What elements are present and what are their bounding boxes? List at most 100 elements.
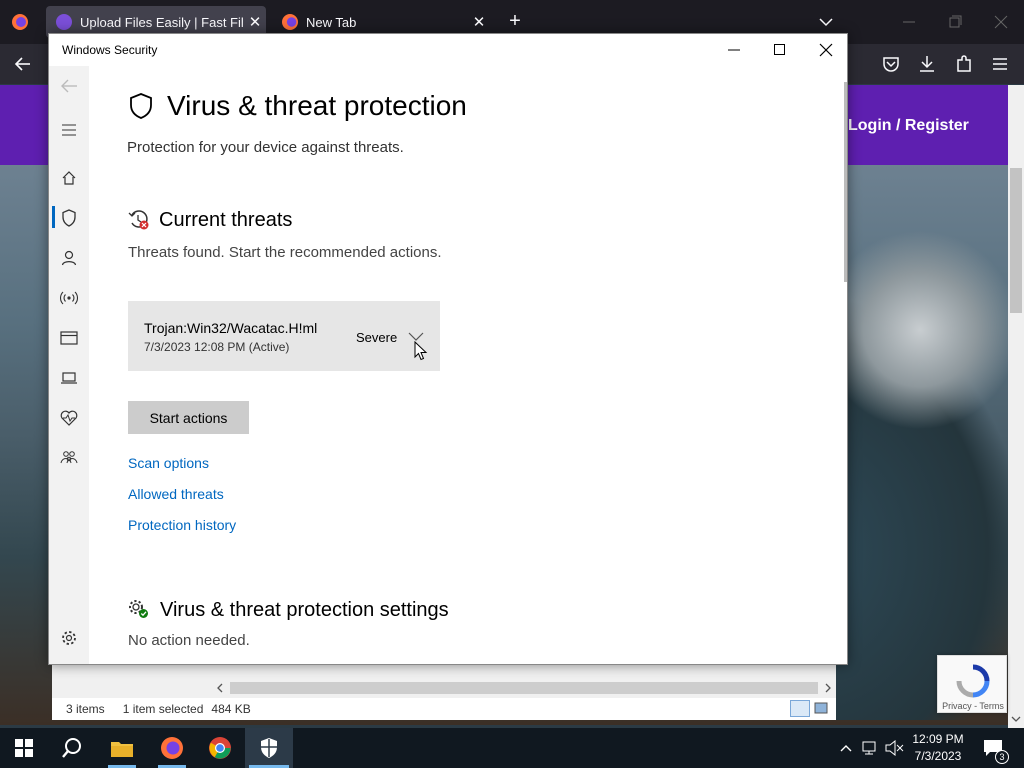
close-icon[interactable]	[990, 12, 1012, 32]
page-subtitle: Protection for your device against threa…	[127, 139, 404, 156]
windows-logo-icon	[15, 739, 33, 757]
family-icon	[60, 451, 78, 464]
laptop-icon	[61, 372, 77, 384]
current-threats-status: Threats found. Start the recommended act…	[128, 244, 442, 261]
sidebar-item-settings[interactable]	[49, 622, 89, 654]
app-browser-icon	[60, 331, 78, 345]
extensions-icon[interactable]	[953, 54, 975, 74]
threat-datetime: 7/3/2023 12:08 PM (Active)	[144, 340, 290, 354]
hamburger-icon	[62, 124, 76, 136]
site-favicon-icon	[56, 14, 72, 30]
tab-label: New Tab	[306, 14, 357, 30]
tab-list-chevron-icon[interactable]	[816, 12, 836, 32]
clock-time: 12:09 PM	[912, 732, 964, 746]
scan-options-link[interactable]: Scan options	[128, 455, 209, 471]
sidebar-item-app-browser[interactable]	[49, 322, 89, 354]
sidebar-active-indicator	[52, 206, 55, 228]
new-tab-button[interactable]: +	[504, 10, 526, 33]
scroll-down-arrow-icon[interactable]	[1010, 712, 1022, 726]
sidebar-item-home[interactable]	[49, 162, 89, 194]
chrome-taskbar-button[interactable]	[196, 728, 244, 768]
scroll-left-arrow-icon[interactable]	[214, 682, 226, 694]
minimize-icon	[728, 49, 740, 51]
back-arrow-icon	[61, 79, 77, 93]
window-minimize-button[interactable]	[711, 34, 757, 66]
volume-muted-icon[interactable]	[884, 740, 904, 756]
recaptcha-links: Privacy - Terms	[942, 701, 1004, 711]
folder-icon	[111, 742, 133, 757]
maximize-icon	[774, 44, 785, 55]
network-icon[interactable]	[861, 740, 879, 756]
threat-history-alert-icon	[128, 209, 150, 231]
shield-icon	[62, 209, 76, 227]
mouse-cursor-icon	[414, 341, 428, 361]
window-close-button[interactable]	[803, 34, 847, 66]
back-arrow-icon[interactable]	[12, 54, 34, 74]
search-icon	[62, 738, 81, 758]
restore-icon[interactable]	[944, 12, 966, 32]
tab-label: Upload Files Easily | Fast File Up	[80, 14, 244, 30]
downloads-icon[interactable]	[916, 54, 938, 74]
protection-history-link[interactable]: Protection history	[128, 517, 236, 533]
privacy-link[interactable]: Privacy	[942, 701, 972, 711]
close-icon	[819, 43, 833, 57]
scroll-right-arrow-icon[interactable]	[822, 682, 834, 694]
pocket-icon[interactable]	[880, 54, 902, 74]
selection-count: 1 item selected	[122, 702, 204, 716]
page-shield-icon	[128, 92, 154, 120]
login-register-link[interactable]: Login / Register	[848, 117, 969, 135]
tab-close-icon[interactable]: ✕	[244, 13, 266, 31]
recaptcha-badge[interactable]: Privacy - Terms	[937, 655, 1007, 713]
item-count: 3 items	[66, 702, 105, 716]
wallpaper-cloud	[820, 230, 1020, 430]
start-actions-button[interactable]: Start actions	[128, 401, 249, 434]
sidebar-item-device-security[interactable]	[49, 362, 89, 394]
sidebar-item-family-options[interactable]	[49, 442, 89, 474]
explorer-scrollbar-thumb[interactable]	[230, 682, 818, 694]
recaptcha-logo-icon	[956, 664, 990, 698]
allowed-threats-link[interactable]: Allowed threats	[128, 486, 224, 502]
security-sidebar	[49, 66, 89, 664]
windows-security-taskbar-button[interactable]	[245, 728, 293, 768]
firefox-favicon-icon	[282, 14, 298, 30]
firefox-taskbar-button[interactable]	[148, 728, 196, 768]
terms-link[interactable]: Terms	[979, 701, 1004, 711]
search-button[interactable]	[48, 728, 96, 768]
settings-gears-icon	[128, 599, 150, 619]
sidebar-item-device-health[interactable]	[49, 402, 89, 434]
start-button[interactable]	[0, 728, 48, 768]
hamburger-menu-icon[interactable]	[989, 54, 1011, 74]
firefox-icon	[161, 737, 183, 759]
settings-heading: Virus & threat protection settings	[160, 599, 449, 621]
window-maximize-button[interactable]	[757, 34, 803, 66]
current-threats-heading: Current threats	[159, 209, 293, 231]
explorer-status-bar: 3 items 1 item selected 484 KB	[52, 698, 836, 720]
sidebar-item-virus-protection[interactable]	[49, 202, 89, 234]
sidebar-item-account[interactable]	[49, 242, 89, 274]
shield-icon	[261, 738, 277, 758]
taskbar-clock[interactable]: 12:09 PM 7/3/2023	[905, 731, 971, 765]
window-scrollbar-thumb[interactable]	[844, 82, 847, 282]
file-explorer-taskbar-button[interactable]	[98, 728, 146, 768]
back-button[interactable]	[49, 70, 89, 102]
settings-icon	[62, 631, 76, 645]
home-icon	[62, 171, 76, 185]
page-scrollbar-thumb[interactable]	[1010, 168, 1022, 313]
notification-count-badge: 3	[995, 750, 1009, 764]
show-hidden-icons-chevron-icon[interactable]	[838, 740, 854, 756]
large-icons-view-icon[interactable]	[814, 702, 828, 714]
person-icon	[61, 250, 77, 266]
threat-item-card[interactable]: Trojan:Win32/Wacatac.H!ml 7/3/2023 12:08…	[128, 301, 440, 371]
page-title: Virus & threat protection	[167, 90, 467, 121]
tab-close-icon[interactable]: ✕	[468, 13, 490, 31]
sidebar-item-firewall[interactable]	[49, 282, 89, 314]
firefox-menu-icon[interactable]	[10, 12, 30, 32]
clock-date: 7/3/2023	[914, 749, 962, 763]
window-title: Windows Security	[62, 43, 158, 57]
threat-name: Trojan:Win32/Wacatac.H!ml	[144, 320, 318, 336]
health-icon	[60, 410, 78, 426]
minimize-icon[interactable]	[898, 12, 920, 32]
selection-size: 484 KB	[211, 702, 251, 716]
nav-menu-button[interactable]	[49, 114, 89, 146]
details-view-icon[interactable]	[790, 700, 810, 717]
